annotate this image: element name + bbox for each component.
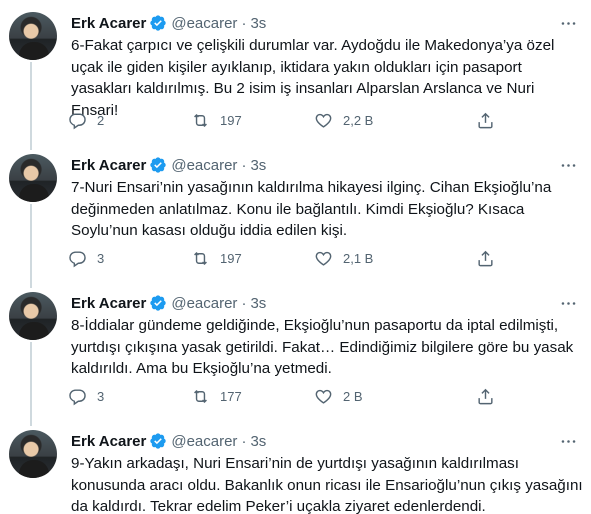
author-name[interactable]: Erk Acarer [71, 157, 146, 174]
tweet-thread: Erk Acarer @eacarer · 3s 6-Fakat çarpıcı… [0, 0, 591, 514]
like-button[interactable]: 2,1 B [314, 246, 373, 270]
tweet-actions: 2 197 2,2 B [68, 108, 508, 132]
retweet-icon [194, 113, 207, 127]
like-button[interactable]: 2,2 B [314, 108, 373, 132]
share-icon [478, 250, 493, 266]
reply-icon [69, 250, 86, 267]
reply-count: 2 [97, 112, 105, 128]
tweet-header: Erk Acarer @eacarer · 3s [71, 293, 266, 313]
share-button[interactable] [476, 384, 495, 408]
thread-connector-line [30, 280, 32, 288]
author-handle[interactable]: @eacarer [171, 15, 237, 32]
thread-connector-line [30, 418, 32, 426]
share-button[interactable] [476, 108, 495, 132]
heart-icon [315, 113, 332, 128]
reply-button[interactable]: 2 [68, 108, 104, 132]
like-count: 2,1 B [343, 250, 374, 266]
avatar[interactable] [9, 154, 57, 202]
like-button[interactable]: 2 B [314, 384, 363, 408]
like-count: 2 B [343, 388, 363, 404]
thread-connector-line [30, 62, 32, 142]
timestamp[interactable]: 3s [250, 157, 266, 174]
thread-connector-line [30, 342, 32, 418]
reply-icon [69, 112, 86, 129]
timestamp[interactable]: 3s [250, 15, 266, 32]
tweet-actions: 3 197 2,1 B [68, 246, 508, 270]
verified-badge-icon [150, 157, 167, 173]
more-horizontal-icon[interactable] [557, 154, 579, 176]
author-handle[interactable]: @eacarer [171, 433, 237, 450]
author-name[interactable]: Erk Acarer [71, 295, 146, 312]
retweet-icon [194, 389, 207, 403]
separator-dot: · [241, 294, 247, 312]
thread-connector-line [30, 204, 32, 280]
share-button[interactable] [476, 246, 495, 270]
avatar[interactable] [9, 292, 57, 340]
author-handle[interactable]: @eacarer [171, 295, 237, 312]
heart-icon [315, 389, 332, 404]
tweet-header: Erk Acarer @eacarer · 3s [71, 155, 266, 175]
tweet-text: 7-Nuri Ensari’nin yasağının kaldırılma h… [71, 179, 552, 239]
tweet[interactable]: Erk Acarer @eacarer · 3s 8-İddialar günd… [0, 280, 591, 418]
retweet-count: 177 [220, 388, 242, 404]
author-name[interactable]: Erk Acarer [71, 433, 146, 450]
retweet-count: 197 [220, 250, 242, 266]
share-icon [478, 388, 493, 404]
separator-dot: · [241, 14, 247, 32]
separator-dot: · [241, 156, 247, 174]
retweet-button[interactable]: 197 [191, 246, 242, 270]
avatar[interactable] [9, 430, 57, 478]
heart-icon [315, 251, 332, 266]
reply-count: 3 [97, 388, 105, 404]
timestamp[interactable]: 3s [250, 295, 266, 312]
more-horizontal-icon[interactable] [557, 12, 579, 34]
reply-button[interactable]: 3 [68, 384, 104, 408]
tweet[interactable]: Erk Acarer @eacarer · 3s 9-Yakın arkadaş… [0, 418, 591, 514]
author-name[interactable]: Erk Acarer [71, 15, 146, 32]
retweet-count: 197 [220, 112, 242, 128]
reply-count: 3 [97, 250, 105, 266]
tweet[interactable]: Erk Acarer @eacarer · 3s 7-Nuri Ensari’n… [0, 142, 591, 280]
verified-badge-icon [150, 295, 167, 311]
tweet-text: 9-Yakın arkadaşı, Nuri Ensari’nin de yur… [71, 455, 583, 514]
reply-button[interactable]: 3 [68, 246, 104, 270]
author-handle[interactable]: @eacarer [171, 157, 237, 174]
verified-badge-icon [150, 15, 167, 31]
tweet-header: Erk Acarer @eacarer · 3s [71, 431, 266, 451]
tweet-text: 8-İddialar gündeme geldiğinde, Ekşioğlu’… [71, 317, 574, 377]
like-count: 2,2 B [343, 112, 374, 128]
reply-icon [69, 388, 86, 405]
more-horizontal-icon[interactable] [557, 430, 579, 452]
timestamp[interactable]: 3s [250, 433, 266, 450]
retweet-button[interactable]: 177 [191, 384, 242, 408]
thread-connector-line [30, 142, 32, 150]
more-horizontal-icon[interactable] [557, 292, 579, 314]
verified-badge-icon [150, 433, 167, 449]
avatar[interactable] [9, 12, 57, 60]
separator-dot: · [241, 432, 247, 450]
retweet-icon [194, 251, 207, 265]
tweet-actions: 3 177 2 B [68, 384, 508, 408]
tweet[interactable]: Erk Acarer @eacarer · 3s 6-Fakat çarpıcı… [0, 0, 591, 142]
share-icon [478, 112, 493, 128]
retweet-button[interactable]: 197 [191, 108, 242, 132]
tweet-header: Erk Acarer @eacarer · 3s [71, 13, 266, 33]
